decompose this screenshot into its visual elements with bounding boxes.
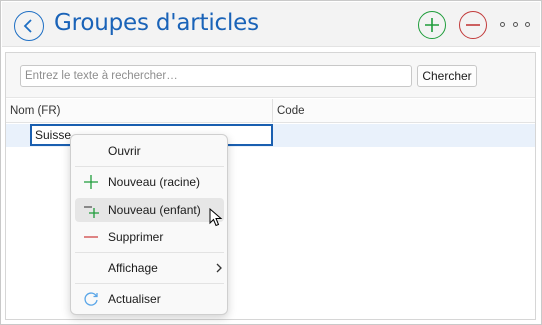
plus-icon	[84, 175, 98, 189]
column-divider[interactable]	[272, 99, 273, 123]
menu-item-label: Ouvrir	[108, 144, 141, 158]
column-header-code[interactable]: Code	[277, 105, 305, 117]
menu-item-new-child[interactable]: Nouveau (enfant)	[75, 198, 224, 222]
context-menu: Ouvrir Nouveau (racine) Nouveau (enfant)…	[70, 134, 228, 315]
refresh-icon	[84, 292, 98, 306]
menu-separator	[75, 252, 224, 253]
more-dot-icon	[525, 21, 530, 27]
search-input[interactable]	[20, 65, 412, 87]
menu-item-new-root[interactable]: Nouveau (racine)	[75, 170, 224, 194]
add-button[interactable]	[418, 11, 446, 39]
menu-separator	[75, 283, 224, 284]
more-options-button[interactable]	[500, 17, 530, 31]
grid-header: Nom (FR) Code	[6, 99, 535, 123]
menu-item-refresh[interactable]: Actualiser	[75, 287, 224, 311]
minus-circle-icon	[466, 24, 480, 26]
menu-item-label: Supprimer	[108, 230, 164, 244]
header-bar: Groupes d'articles	[2, 2, 540, 47]
app-window: Groupes d'articles Chercher Nom (FR) Cod…	[0, 0, 542, 325]
chevron-right-icon	[216, 263, 222, 273]
menu-item-open[interactable]: Ouvrir	[75, 139, 224, 163]
remove-button[interactable]	[459, 11, 487, 39]
mouse-cursor-icon	[209, 208, 223, 227]
menu-item-label: Nouveau (enfant)	[108, 203, 201, 217]
search-bar: Chercher	[6, 53, 535, 98]
minus-icon	[84, 236, 98, 238]
more-dot-icon	[512, 21, 518, 27]
menu-item-label: Nouveau (racine)	[108, 175, 201, 189]
back-button[interactable]	[14, 11, 44, 41]
plus-circle-icon	[425, 18, 439, 32]
menu-item-label: Affichage	[108, 261, 158, 275]
menu-separator	[75, 166, 224, 167]
back-arrow-icon	[23, 19, 32, 33]
more-dot-icon	[500, 21, 505, 27]
menu-item-display[interactable]: Affichage	[75, 256, 224, 280]
add-child-icon	[84, 206, 99, 218]
menu-item-label: Actualiser	[108, 292, 161, 306]
page-title: Groupes d'articles	[54, 10, 259, 36]
search-button[interactable]: Chercher	[417, 65, 477, 87]
column-header-name[interactable]: Nom (FR)	[10, 105, 60, 117]
menu-item-delete[interactable]: Supprimer	[75, 225, 224, 249]
